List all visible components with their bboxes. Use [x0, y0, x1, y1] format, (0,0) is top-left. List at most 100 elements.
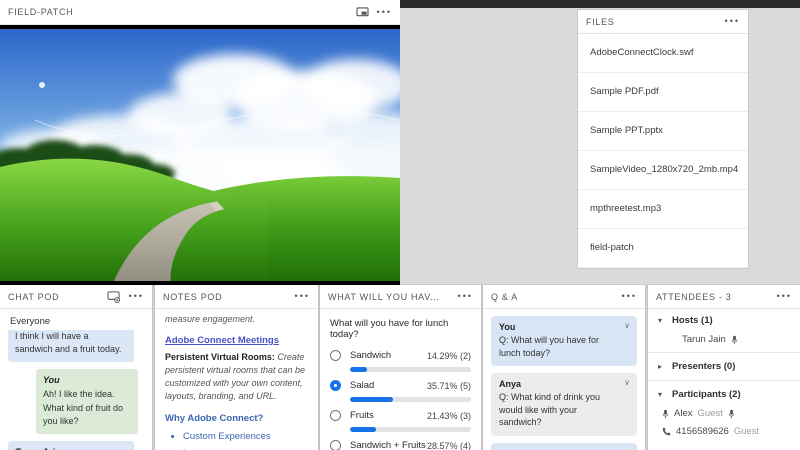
notes-bold-lead: Persistent Virtual Rooms:: [165, 351, 275, 362]
attendees-pod: ATTENDEES - 3 Hosts (1) Tarun Jain Prese…: [648, 285, 800, 450]
poll-bar-fill: [350, 397, 394, 402]
radio-button[interactable]: [330, 440, 341, 450]
notes-heading: Why Adobe Connect?: [165, 413, 264, 424]
pod-title: NOTES POD: [163, 291, 223, 302]
chat-text: I think I will have a sandwich and a fru…: [15, 330, 122, 355]
attendee-row[interactable]: Alex Guest: [648, 405, 800, 423]
divider: [648, 352, 800, 353]
chevron-down-icon[interactable]: [624, 378, 630, 387]
radio-button[interactable]: [330, 350, 341, 361]
fullscreen-icon[interactable]: [355, 6, 369, 18]
pod-menu-icon[interactable]: [295, 292, 310, 301]
chevron-down-icon: [658, 390, 666, 399]
notes-header: NOTES POD: [155, 285, 318, 309]
poll-option-result: 35.71% (5): [426, 380, 471, 391]
radio-button[interactable]: [330, 380, 341, 391]
files-header: FILES: [578, 10, 748, 34]
pod-menu-icon[interactable]: [129, 292, 144, 301]
field-image: [0, 25, 400, 285]
chat-message-list[interactable]: Tarun Jain I think I will have a sandwic…: [0, 330, 152, 450]
microphone-icon: [731, 335, 738, 345]
notes-bullet-list: Custom Experiences Layouts Content Persi…: [165, 430, 308, 450]
poll-bar-fill: [350, 427, 376, 432]
attendee-name: Tarun Jain: [682, 334, 726, 345]
poll-option: Salad 35.71% (5): [320, 380, 481, 402]
chat-text: Ah! I like the idea. What kind of fruit …: [43, 389, 124, 426]
pod-menu-icon[interactable]: [777, 292, 792, 301]
chat-message: You Ah! I like the idea. What kind of fr…: [36, 368, 138, 434]
poll-option-result: 21.43% (3): [426, 410, 471, 421]
pod-title: FIELD-PATCH: [8, 7, 74, 17]
files-pod: FILES AdobeConnectClock.swf Sample PDF.p…: [578, 10, 748, 268]
field-patch-header: FIELD-PATCH: [0, 0, 400, 25]
chat-bubble-plus-icon[interactable]: [107, 290, 121, 303]
radio-button[interactable]: [330, 410, 341, 421]
pod-menu-icon[interactable]: [377, 8, 392, 17]
poll-option-label[interactable]: Salad: [350, 380, 427, 391]
divider: [648, 380, 800, 381]
notes-link[interactable]: Adobe Connect Meetings: [165, 334, 279, 348]
poll-bar-track: [350, 397, 471, 402]
file-row[interactable]: Sample PDF.pdf: [578, 73, 748, 112]
attendees-header: ATTENDEES - 3: [648, 285, 800, 309]
attendee-group-hosts[interactable]: Hosts (1): [648, 309, 800, 331]
attendee-row[interactable]: 4156589626 Guest: [648, 423, 800, 441]
attendee-group-presenters[interactable]: Presenters (0): [648, 355, 800, 377]
file-row[interactable]: AdobeConnectClock.swf: [578, 34, 748, 73]
pod-title: FILES: [586, 16, 615, 27]
poll-option-label[interactable]: Sandwich + Fruits: [350, 440, 427, 450]
field-patch-pod: FIELD-PATCH: [0, 0, 400, 285]
file-row[interactable]: mpthreetest.mp3: [578, 190, 748, 229]
pod-title: ATTENDEES - 3: [656, 291, 732, 302]
microphone-icon: [662, 409, 669, 419]
stage-background: FILES AdobeConnectClock.swf Sample PDF.p…: [400, 0, 800, 285]
phone-icon: [662, 427, 671, 436]
poll-option: Fruits 21.43% (3): [320, 410, 481, 432]
attendee-group-participants[interactable]: Participants (2): [648, 383, 800, 405]
chevron-down-icon[interactable]: [624, 321, 630, 330]
chat-tab-everyone[interactable]: Everyone: [0, 309, 152, 330]
qa-question-text: Q: What kind of drink you would like wit…: [499, 392, 601, 428]
qa-pod: Q & A You Q: What will you have for lunc…: [483, 285, 645, 450]
pod-menu-icon[interactable]: [458, 292, 473, 301]
pod-title: CHAT POD: [8, 291, 60, 302]
pod-menu-icon[interactable]: [725, 17, 740, 26]
file-row[interactable]: field-patch: [578, 229, 748, 268]
chat-header: CHAT POD: [0, 285, 152, 309]
attendee-name: 4156589626: [676, 426, 729, 437]
stage-top-strip: [400, 0, 800, 8]
group-label: Hosts (1): [672, 315, 713, 326]
file-row[interactable]: SampleVideo_1280x720_2mb.mp4: [578, 151, 748, 190]
qa-header: Q & A: [483, 285, 645, 309]
poll-pod: WHAT WILL YOU HAV... What will you have …: [320, 285, 481, 450]
poll-option: Sandwich 14.29% (2): [320, 350, 481, 372]
group-label: Presenters (0): [672, 361, 736, 372]
pod-title: Q & A: [491, 291, 519, 302]
poll-header: WHAT WILL YOU HAV...: [320, 285, 481, 309]
notes-pod: NOTES POD measure engagement. Adobe Conn…: [155, 285, 318, 450]
attendee-row[interactable]: Tarun Jain: [648, 331, 800, 349]
qa-entry[interactable]: Anya Q: What kind of drink you would lik…: [491, 373, 637, 436]
attendee-role: Guest: [697, 408, 723, 419]
chat-sender: You: [43, 374, 60, 385]
poll-option-result: 28.57% (4): [426, 440, 471, 450]
pod-menu-icon[interactable]: [622, 292, 637, 301]
poll-bar-fill: [350, 367, 368, 372]
qa-asker-name: You: [499, 322, 516, 332]
chat-pod: CHAT POD Everyone Tarun Jain I think I w…: [0, 285, 152, 450]
qa-entry[interactable]: You Q: What kind of fruit do you like? T…: [491, 442, 637, 450]
notes-bullet[interactable]: Custom Experiences: [183, 430, 308, 444]
notes-paragraph: Persistent Virtual Rooms: Create persist…: [165, 351, 308, 403]
poll-option-label[interactable]: Fruits: [350, 410, 427, 421]
notes-bullet[interactable]: Layouts: [183, 447, 308, 450]
file-row[interactable]: Sample PPT.pptx: [578, 112, 748, 151]
chevron-right-icon: [658, 362, 666, 371]
pod-title: WHAT WILL YOU HAV...: [328, 291, 440, 302]
poll-bar-track: [350, 367, 471, 372]
notes-content: measure engagement. Adobe Connect Meetin…: [155, 309, 318, 450]
microphone-icon: [728, 409, 735, 419]
qa-entry[interactable]: You Q: What will you have for lunch toda…: [491, 316, 637, 367]
poll-option-result: 14.29% (2): [426, 350, 471, 361]
poll-option-label[interactable]: Sandwich: [350, 350, 427, 361]
chat-sender: Tarun Jain: [15, 446, 127, 450]
